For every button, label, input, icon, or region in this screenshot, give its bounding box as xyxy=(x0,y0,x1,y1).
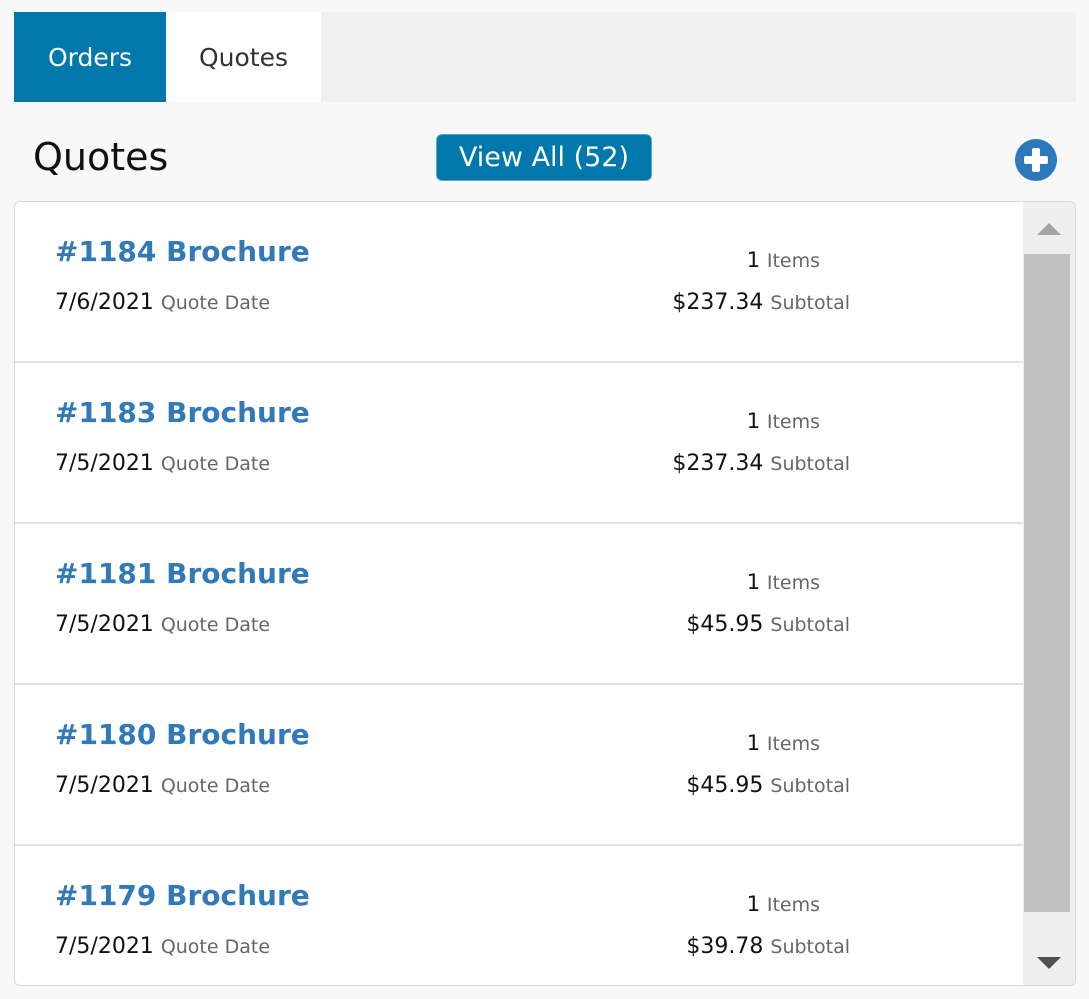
quote-title-link[interactable]: #1183 Brochure xyxy=(55,396,310,429)
quote-items: 1 Items xyxy=(747,248,820,272)
quote-subtotal-label: Subtotal xyxy=(770,775,850,797)
quote-items: 1 Items xyxy=(747,570,820,594)
quote-date-value: 7/5/2021 xyxy=(55,934,154,959)
quote-items-value: 1 xyxy=(746,731,761,755)
quote-subtotal: $45.95 Subtotal xyxy=(686,612,850,637)
quote-items-value: 1 xyxy=(746,570,761,594)
quote-subtotal-label: Subtotal xyxy=(770,614,850,636)
list-item: #1179 Brochure 7/5/2021 Quote Date 1 Ite… xyxy=(15,846,1024,985)
quote-items: 1 Items xyxy=(747,409,820,433)
quote-items-label: Items xyxy=(766,572,820,594)
quote-subtotal: $39.78 Subtotal xyxy=(686,934,850,959)
scrollbar[interactable] xyxy=(1023,202,1075,985)
quote-subtotal-value: $237.34 xyxy=(672,451,764,476)
quote-items: 1 Items xyxy=(747,892,820,916)
quote-date-label: Quote Date xyxy=(160,614,271,636)
quote-date-label: Quote Date xyxy=(160,453,271,475)
quote-items: 1 Items xyxy=(747,731,820,755)
quote-subtotal-label: Subtotal xyxy=(770,936,850,958)
quote-title-link[interactable]: #1179 Brochure xyxy=(55,879,310,912)
quote-date-value: 7/5/2021 xyxy=(55,773,154,798)
quote-subtotal: $45.95 Subtotal xyxy=(686,773,850,798)
page-title: Quotes xyxy=(33,135,169,179)
quote-subtotal: $237.34 Subtotal xyxy=(672,451,850,476)
quote-date: 7/5/2021 Quote Date xyxy=(55,934,270,959)
scroll-up-button[interactable] xyxy=(1023,202,1075,252)
quote-items-value: 1 xyxy=(746,409,761,433)
quote-subtotal-value: $45.95 xyxy=(686,612,764,637)
quote-date-label: Quote Date xyxy=(160,936,271,958)
quote-title-link[interactable]: #1180 Brochure xyxy=(55,718,310,751)
list-item: #1184 Brochure 7/6/2021 Quote Date 1 Ite… xyxy=(15,202,1024,363)
quote-subtotal-label: Subtotal xyxy=(770,453,850,475)
quote-date: 7/5/2021 Quote Date xyxy=(55,451,270,476)
scrollbar-thumb[interactable] xyxy=(1024,254,1070,912)
quote-date-value: 7/6/2021 xyxy=(55,290,154,315)
tab-quotes[interactable]: Quotes xyxy=(166,12,321,102)
quote-title-link[interactable]: #1184 Brochure xyxy=(55,235,310,268)
tab-bar: Orders Quotes xyxy=(14,12,1076,102)
quote-subtotal-value: $237.34 xyxy=(672,290,764,315)
quote-subtotal-value: $45.95 xyxy=(686,773,764,798)
quotes-list-panel: #1184 Brochure 7/6/2021 Quote Date 1 Ite… xyxy=(14,201,1076,986)
quotes-list: #1184 Brochure 7/6/2021 Quote Date 1 Ite… xyxy=(15,202,1024,985)
quote-date-label: Quote Date xyxy=(160,292,271,314)
quote-items-label: Items xyxy=(766,733,820,755)
list-item: #1180 Brochure 7/5/2021 Quote Date 1 Ite… xyxy=(15,685,1024,846)
quote-items-label: Items xyxy=(766,250,820,272)
quote-subtotal-label: Subtotal xyxy=(770,292,850,314)
triangle-down-icon xyxy=(1037,957,1061,969)
triangle-up-icon xyxy=(1037,223,1061,235)
quote-subtotal-value: $39.78 xyxy=(686,934,764,959)
quote-date: 7/6/2021 Quote Date xyxy=(55,290,270,315)
quote-items-value: 1 xyxy=(746,892,761,916)
quote-date-label: Quote Date xyxy=(160,775,271,797)
quote-date-value: 7/5/2021 xyxy=(55,612,154,637)
quote-items-label: Items xyxy=(766,411,820,433)
quote-date: 7/5/2021 Quote Date xyxy=(55,612,270,637)
add-quote-button[interactable] xyxy=(1015,139,1057,181)
list-item: #1181 Brochure 7/5/2021 Quote Date 1 Ite… xyxy=(15,524,1024,685)
view-all-button[interactable]: View All (52) xyxy=(436,134,652,181)
quote-items-value: 1 xyxy=(746,248,761,272)
scroll-down-button[interactable] xyxy=(1023,937,1075,985)
quote-date-value: 7/5/2021 xyxy=(55,451,154,476)
quote-title-link[interactable]: #1181 Brochure xyxy=(55,557,310,590)
tab-orders[interactable]: Orders xyxy=(14,12,166,102)
quote-items-label: Items xyxy=(766,894,820,916)
quote-subtotal: $237.34 Subtotal xyxy=(672,290,850,315)
list-item: #1183 Brochure 7/5/2021 Quote Date 1 Ite… xyxy=(15,363,1024,524)
quote-date: 7/5/2021 Quote Date xyxy=(55,773,270,798)
